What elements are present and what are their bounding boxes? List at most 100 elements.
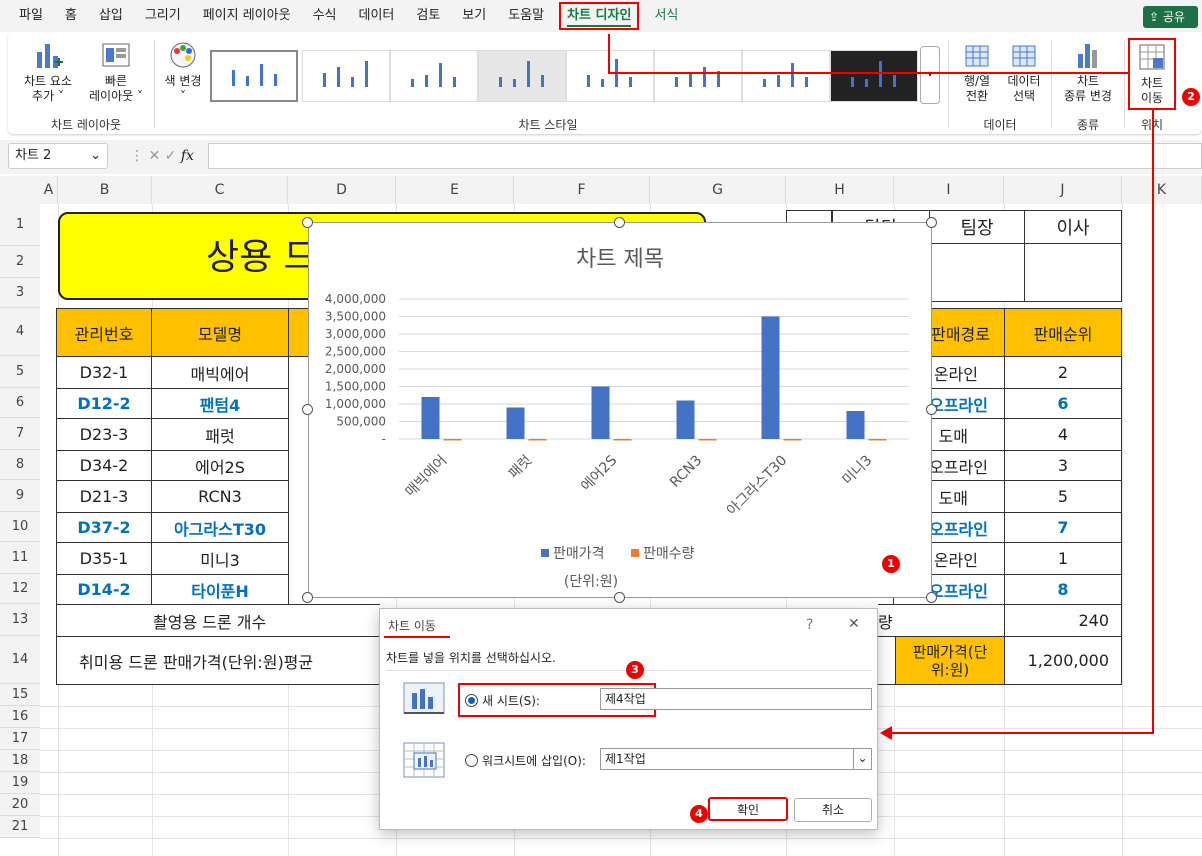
row-header-7[interactable]: 7 [0, 418, 40, 450]
cancel-icon[interactable]: ✕ [148, 148, 164, 164]
r14-label[interactable]: 취미용 드론 판매가격(단위:원)평균 [56, 636, 380, 685]
chart-style-2[interactable] [302, 50, 390, 102]
row-header-10[interactable]: 10 [0, 512, 40, 542]
resize-handle[interactable] [926, 217, 937, 228]
approval-sign-director[interactable] [1024, 243, 1122, 302]
chart-style-6[interactable] [654, 50, 742, 102]
menu-formulas[interactable]: 수식 [302, 0, 348, 32]
chart-style-5[interactable] [566, 50, 654, 102]
col-header-i[interactable]: I [894, 176, 1004, 204]
r14-header[interactable]: 판매가격(단위:원) [895, 636, 1005, 685]
approval-director[interactable]: 이사 [1024, 210, 1122, 244]
resize-handle[interactable] [614, 592, 625, 603]
row-header-9[interactable]: 9 [0, 480, 40, 512]
row-header-3[interactable]: 3 [0, 278, 40, 308]
cell-rank[interactable]: 3 [1004, 450, 1122, 481]
r13-mid[interactable]: 량 [878, 604, 1005, 637]
chart-object[interactable]: 차트 제목 4,000,000 3,500,000 3,000,000 2,500,0… [308, 222, 932, 598]
col-header-e[interactable]: E [396, 176, 514, 204]
cell-id[interactable]: D32-1 [56, 356, 152, 389]
bar-price[interactable] [761, 316, 780, 440]
cell-rank[interactable]: 2 [1004, 356, 1122, 389]
col-header-h[interactable]: H [786, 176, 894, 204]
col-header-c[interactable]: C [152, 176, 288, 204]
cell-model[interactable]: 타이푼H [151, 574, 289, 605]
chart-style-7[interactable] [742, 50, 830, 102]
move-chart-button[interactable]: 차트 이동 [1128, 38, 1176, 110]
cell-id[interactable]: D14-2 [56, 574, 152, 605]
menu-review[interactable]: 검토 [405, 0, 451, 32]
enter-icon[interactable]: ✓ [165, 148, 181, 164]
row-header-13[interactable]: 13 [0, 604, 40, 636]
cell-id[interactable]: D23-3 [56, 418, 152, 451]
menu-chart-design[interactable]: 차트 디자인 [559, 2, 640, 30]
row-header-17[interactable]: 17 [0, 728, 40, 750]
bar-quantity[interactable] [443, 438, 462, 441]
menu-data[interactable]: 데이터 [347, 0, 405, 32]
new-sheet-radio[interactable] [465, 694, 478, 707]
cell-model[interactable]: 패럿 [151, 418, 289, 451]
cell-model[interactable]: 아그라스T30 [151, 512, 289, 543]
formula-input[interactable] [208, 143, 1202, 169]
row-header-19[interactable]: 19 [0, 772, 40, 794]
r13-value[interactable]: 240 [1004, 604, 1122, 637]
cell-rank[interactable]: 7 [1004, 512, 1122, 543]
menu-format[interactable]: 서식 [643, 0, 689, 32]
chart-title[interactable]: 차트 제목 [576, 247, 664, 272]
chart-style-4[interactable] [478, 50, 566, 102]
col-header-a[interactable]: A [40, 176, 58, 204]
row-header-18[interactable]: 18 [0, 750, 40, 772]
new-sheet-input[interactable]: 제4작업 [600, 688, 872, 710]
col-header-k[interactable]: K [1122, 176, 1202, 204]
col-header-f[interactable]: F [514, 176, 650, 204]
help-button[interactable]: ? [806, 617, 813, 633]
select-all-corner[interactable] [0, 176, 40, 204]
resize-handle[interactable] [614, 217, 625, 228]
cell-model[interactable]: 에어2S [151, 450, 289, 481]
quick-layout-button[interactable]: 빠른 레이아웃 ˅ [84, 40, 148, 104]
close-button[interactable]: ✕ [848, 616, 860, 632]
chart-style-1[interactable] [210, 50, 298, 102]
cell-model[interactable]: RCN3 [151, 480, 289, 513]
share-button[interactable]: ⇪ 공유 [1143, 6, 1198, 28]
object-select[interactable]: 제1작업 ⌄ [600, 748, 872, 770]
cell-id[interactable]: D37-2 [56, 512, 152, 543]
resize-handle[interactable] [926, 404, 937, 415]
r14-value[interactable]: 1,200,000 [1004, 636, 1122, 685]
row-header-1[interactable]: 1 [0, 204, 40, 246]
cell-rank[interactable]: 1 [1004, 542, 1122, 575]
change-colors-button[interactable]: 색 변경 ˅ [158, 40, 208, 104]
object-radio[interactable] [465, 754, 478, 767]
bar-price[interactable] [676, 400, 695, 440]
cell-rank[interactable]: 5 [1004, 480, 1122, 513]
row-header-5[interactable]: 5 [0, 356, 40, 388]
header-rank[interactable]: 판매순위 [1004, 308, 1122, 357]
resize-handle[interactable] [302, 404, 313, 415]
bar-quantity[interactable] [528, 438, 547, 441]
row-header-16[interactable]: 16 [0, 706, 40, 728]
col-header-b[interactable]: B [58, 176, 152, 204]
bar-price[interactable] [846, 411, 865, 439]
bar-quantity[interactable] [698, 438, 717, 441]
menu-insert[interactable]: 삽입 [88, 0, 134, 32]
menu-page-layout[interactable]: 페이지 레이아웃 [192, 0, 302, 32]
ok-button[interactable]: 확인 [708, 797, 788, 821]
header-id[interactable]: 관리번호 [56, 308, 152, 357]
row-header-6[interactable]: 6 [0, 388, 40, 418]
menu-file[interactable]: 파일 [8, 0, 54, 32]
cell-id[interactable]: D12-2 [56, 388, 152, 419]
row-header-14[interactable]: 14 [0, 636, 40, 684]
resize-handle[interactable] [926, 592, 937, 603]
bar-quantity[interactable] [783, 438, 802, 441]
col-header-g[interactable]: G [650, 176, 786, 204]
cell-id[interactable]: D35-1 [56, 542, 152, 575]
row-header-20[interactable]: 20 [0, 794, 40, 816]
chart-style-8[interactable] [830, 50, 918, 102]
approval-leader[interactable]: 팀장 [929, 210, 1025, 244]
row-header-4[interactable]: 4 [0, 308, 40, 356]
menu-view[interactable]: 보기 [451, 0, 497, 32]
row-header-15[interactable]: 15 [0, 684, 40, 706]
header-model[interactable]: 모델명 [151, 308, 289, 357]
menu-help[interactable]: 도움말 [497, 0, 555, 32]
r13-label[interactable]: 촬영용 드론 개수 [56, 604, 380, 637]
